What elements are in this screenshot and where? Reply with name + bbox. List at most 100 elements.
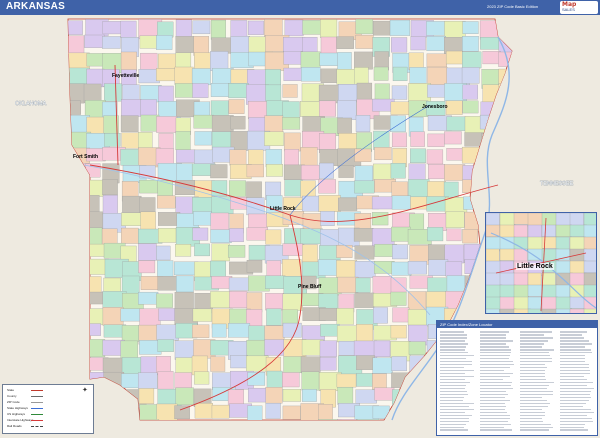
zip-region: [158, 228, 177, 243]
zip-region: [156, 245, 171, 261]
index-entry: [560, 426, 584, 429]
index-column-4: [560, 331, 595, 435]
zip-region: [320, 36, 337, 55]
zip-region: [300, 67, 321, 82]
zip-region: [156, 403, 178, 420]
zip-region: [229, 149, 247, 166]
index-entry: [520, 399, 548, 402]
zip-region: [230, 20, 248, 38]
index-entry: [480, 429, 513, 432]
zip-region: [337, 117, 352, 134]
index-entry: [480, 360, 513, 363]
zip-region: [265, 164, 283, 177]
zip-region: [336, 308, 354, 325]
zip-region: [211, 115, 234, 132]
inset-zip-region: [555, 284, 571, 298]
zip-region: [246, 355, 269, 372]
zip-region: [194, 243, 210, 257]
zip-region: [318, 195, 341, 212]
legend-zip: ZIP Code: [7, 400, 20, 404]
index-entry: [440, 411, 465, 414]
zip-region: [319, 100, 336, 117]
zip-region: [138, 243, 157, 261]
index-entry: [520, 339, 548, 342]
zip-region: [283, 132, 301, 152]
index-entry: [520, 360, 552, 363]
zip-region: [461, 67, 480, 84]
zip-region: [318, 179, 336, 194]
zip-region: [428, 259, 449, 276]
zip-region: [356, 82, 373, 101]
zip-region: [84, 34, 105, 48]
index-entry: [480, 414, 511, 417]
zip-region: [462, 84, 478, 100]
index-entry: [480, 399, 510, 402]
zip-region: [390, 291, 407, 306]
zip-region: [354, 67, 369, 86]
index-entry: [440, 420, 469, 423]
zip-region: [175, 244, 192, 257]
zip-region: [157, 260, 174, 277]
index-entry: [560, 357, 586, 360]
zip-region: [283, 51, 303, 65]
index-entry: [480, 405, 507, 408]
publisher-logo: Map SALES: [560, 1, 598, 14]
index-entry: [520, 402, 550, 405]
zip-region: [445, 261, 463, 277]
zip-region: [246, 260, 263, 273]
zip-region: [373, 340, 391, 357]
index-entry: [520, 354, 551, 357]
zip-region: [355, 115, 371, 132]
zip-region: [138, 260, 156, 274]
zip-region: [83, 83, 102, 103]
index-entry: [560, 336, 585, 339]
zip-region: [302, 37, 318, 53]
index-entry: [480, 336, 507, 339]
index-entry: [440, 372, 465, 375]
inset-zip-region: [583, 308, 596, 313]
index-entry: [560, 429, 589, 432]
index-entry: [520, 375, 545, 378]
title-bar: ARKANSAS 2023 ZIP Code Basic Edition Map…: [0, 0, 600, 15]
zip-region: [156, 35, 173, 50]
zip-region: [302, 244, 318, 263]
zip-region: [373, 130, 390, 150]
compass-icon: ✦: [82, 387, 88, 394]
zip-region: [192, 83, 209, 98]
index-entry: [440, 348, 465, 351]
zip-region: [355, 277, 371, 293]
index-entry: [440, 423, 467, 426]
zip-region: [176, 163, 193, 182]
zip-region: [265, 402, 281, 419]
index-entry: [560, 414, 588, 417]
zip-region: [174, 66, 194, 85]
inset-zip-region: [499, 260, 514, 275]
inset-zip-region: [555, 260, 571, 275]
index-entry: [440, 393, 468, 396]
zip-region: [210, 51, 229, 71]
zip-region: [228, 277, 252, 291]
zip-region: [230, 36, 250, 55]
zip-region: [120, 115, 139, 132]
index-column-1: [440, 331, 475, 435]
zip-region: [426, 53, 448, 68]
zip-region: [282, 101, 300, 120]
index-entry: [440, 429, 468, 432]
index-entry: [560, 387, 594, 390]
zip-region: [446, 148, 465, 161]
zip-region: [320, 323, 340, 337]
zip-region: [319, 162, 334, 179]
zip-region: [121, 227, 139, 244]
zip-region: [210, 356, 226, 372]
legend-rail-line: [31, 426, 43, 427]
zip-region: [121, 99, 142, 117]
index-entry: [520, 348, 554, 351]
zip-region: [139, 35, 158, 49]
inset-zip-region: [486, 308, 500, 313]
index-entry: [520, 387, 548, 390]
index-header: ZIP Code Index/Zone Locator: [437, 321, 597, 328]
zip-region: [230, 355, 248, 369]
index-entry: [480, 420, 509, 423]
legend-county-line: [31, 396, 43, 397]
zip-region: [284, 19, 304, 37]
